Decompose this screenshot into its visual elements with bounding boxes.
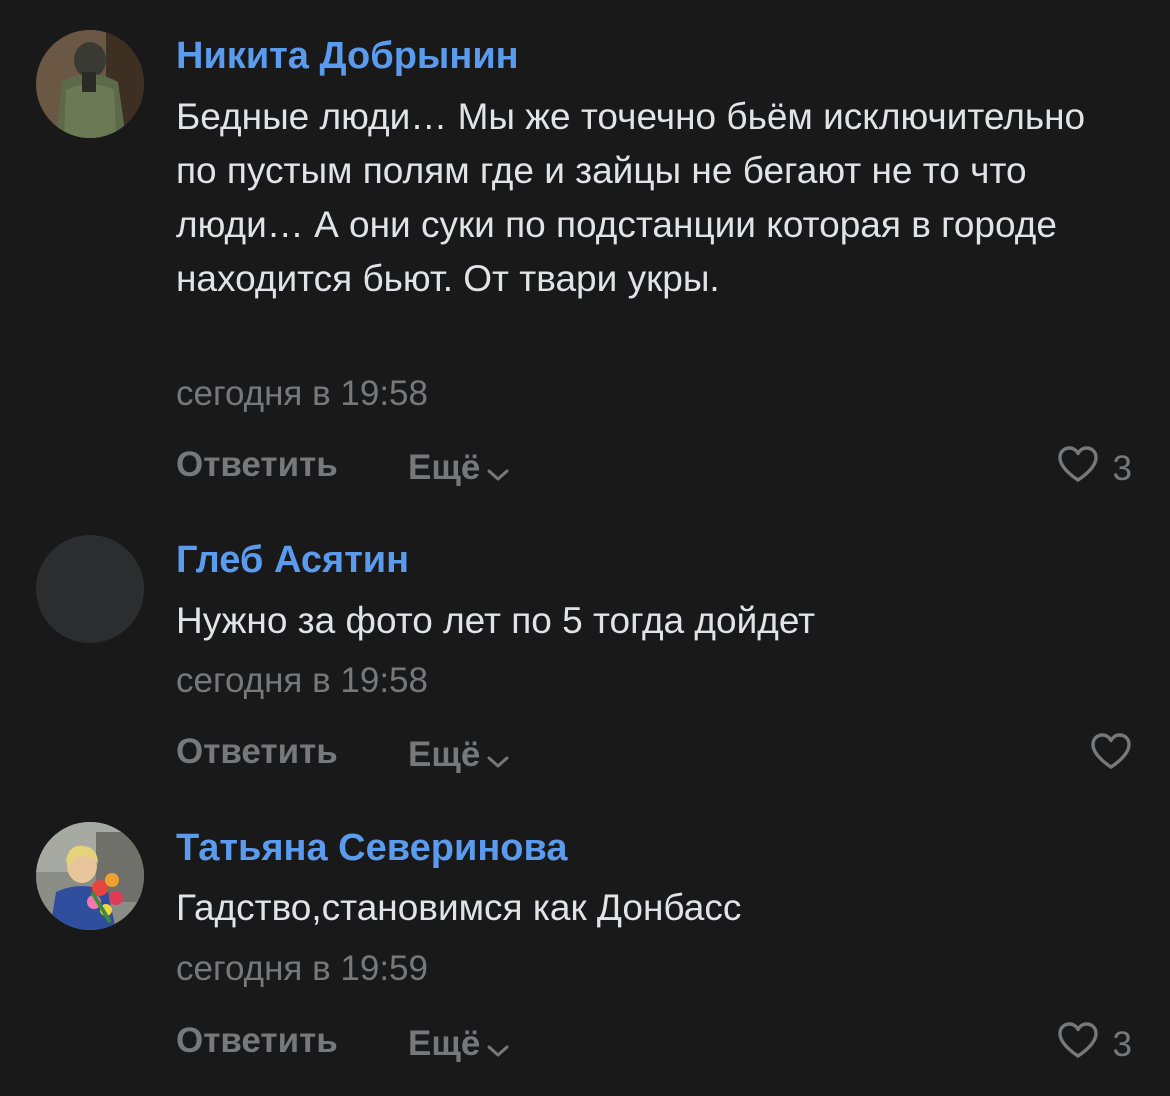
heart-outline-icon <box>1057 1021 1099 1068</box>
comment: Татьяна Северинова Гадство,становимся ка… <box>0 0 1170 1096</box>
comment-text: Гадство,становимся как Донбасс <box>176 887 742 928</box>
comment-date: сегодня в 19:59 <box>176 949 428 988</box>
like-button[interactable]: 3 <box>1057 1021 1132 1068</box>
chevron-down-icon <box>486 1027 510 1067</box>
reply-button[interactable]: Ответить <box>176 1021 338 1061</box>
comment-author[interactable]: Татьяна Северинова <box>176 826 568 870</box>
more-button[interactable]: Ещё <box>408 1021 510 1067</box>
more-label: Ещё <box>408 1024 481 1063</box>
avatar[interactable] <box>36 822 144 930</box>
like-count: 3 <box>1112 1024 1132 1064</box>
